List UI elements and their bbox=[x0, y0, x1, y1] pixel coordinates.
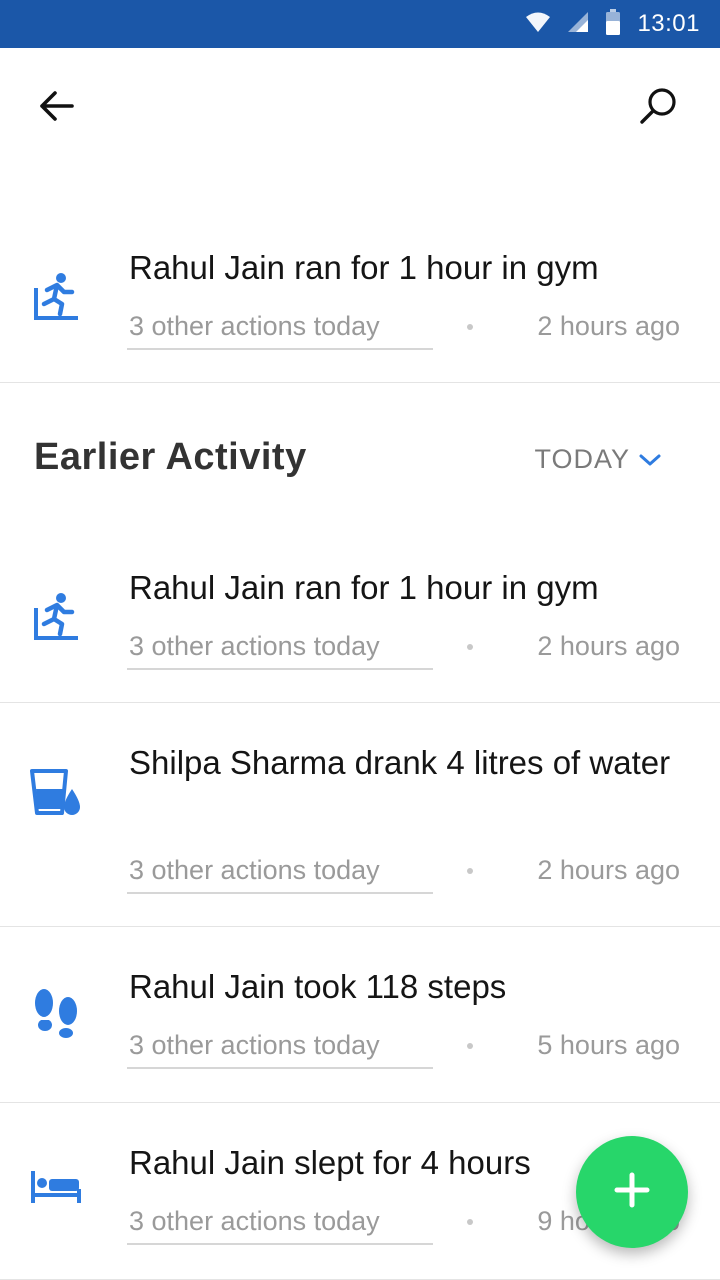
signal-icon bbox=[567, 11, 589, 38]
other-actions-underline bbox=[127, 1243, 433, 1245]
separator-dot bbox=[467, 1219, 473, 1225]
activity-meta: 3 other actions today 2 hours ago bbox=[127, 852, 680, 894]
other-actions-link[interactable]: 3 other actions today bbox=[129, 1203, 380, 1239]
earlier-activity-header: Earlier Activity TODAY bbox=[0, 384, 720, 534]
water-icon bbox=[28, 765, 84, 821]
other-actions-underline bbox=[127, 348, 433, 350]
activity-meta: 3 other actions today 2 hours ago bbox=[127, 628, 680, 670]
other-actions-underline bbox=[127, 1067, 433, 1069]
arrow-left-icon bbox=[38, 90, 74, 127]
other-actions-link[interactable]: 3 other actions today bbox=[129, 308, 380, 344]
search-icon bbox=[638, 87, 678, 130]
separator-dot bbox=[467, 324, 473, 330]
activity-title: Rahul Jain ran for 1 hour in gym bbox=[129, 569, 599, 606]
activity-title: Shilpa Sharma drank 4 litres of water bbox=[129, 744, 671, 781]
wifi-icon bbox=[525, 11, 551, 38]
other-actions-link[interactable]: 3 other actions today bbox=[129, 1027, 380, 1063]
add-activity-button[interactable] bbox=[576, 1136, 688, 1248]
activity-title: Rahul Jain ran for 1 hour in gym bbox=[129, 249, 599, 286]
separator-dot bbox=[467, 644, 473, 650]
activity-time: 2 hours ago bbox=[537, 311, 680, 341]
date-filter-dropdown[interactable]: TODAY bbox=[534, 444, 662, 475]
activity-item[interactable]: Rahul Jain took 118 steps 3 other action… bbox=[0, 927, 720, 1103]
other-actions-underline bbox=[127, 668, 433, 670]
latest-activity-item[interactable]: Rahul Jain ran for 1 hour in gym 3 other… bbox=[0, 224, 720, 383]
activity-time: 2 hours ago bbox=[537, 631, 680, 661]
back-button[interactable] bbox=[30, 82, 82, 134]
section-title: Earlier Activity bbox=[34, 436, 307, 478]
status-bar: 13:01 bbox=[0, 0, 720, 48]
other-actions-underline bbox=[127, 892, 433, 894]
plus-icon bbox=[614, 1172, 650, 1213]
date-filter-label: TODAY bbox=[534, 444, 630, 474]
activity-item[interactable]: Rahul Jain ran for 1 hour in gym 3 other… bbox=[0, 544, 720, 703]
top-app-bar bbox=[0, 48, 720, 160]
separator-dot bbox=[467, 1043, 473, 1049]
battery-icon bbox=[605, 8, 621, 40]
search-button[interactable] bbox=[632, 82, 684, 134]
activity-time: 2 hours ago bbox=[537, 855, 680, 885]
status-time: 13:01 bbox=[637, 10, 700, 37]
running-icon bbox=[28, 268, 84, 324]
running-icon bbox=[28, 588, 84, 644]
activity-item[interactable]: Shilpa Sharma drank 4 litres of water 3 … bbox=[0, 703, 720, 927]
activity-meta: 3 other actions today 2 hours ago bbox=[127, 308, 680, 350]
footsteps-icon bbox=[28, 985, 84, 1041]
chevron-down-icon bbox=[638, 444, 662, 475]
separator-dot bbox=[467, 868, 473, 874]
bed-icon bbox=[28, 1159, 84, 1215]
status-icons: 13:01 bbox=[525, 0, 700, 48]
other-actions-link[interactable]: 3 other actions today bbox=[129, 628, 380, 664]
activity-meta: 3 other actions today 5 hours ago bbox=[127, 1027, 680, 1069]
activity-time: 5 hours ago bbox=[537, 1030, 680, 1060]
activity-title: Rahul Jain took 118 steps bbox=[129, 968, 507, 1005]
other-actions-link[interactable]: 3 other actions today bbox=[129, 852, 380, 888]
